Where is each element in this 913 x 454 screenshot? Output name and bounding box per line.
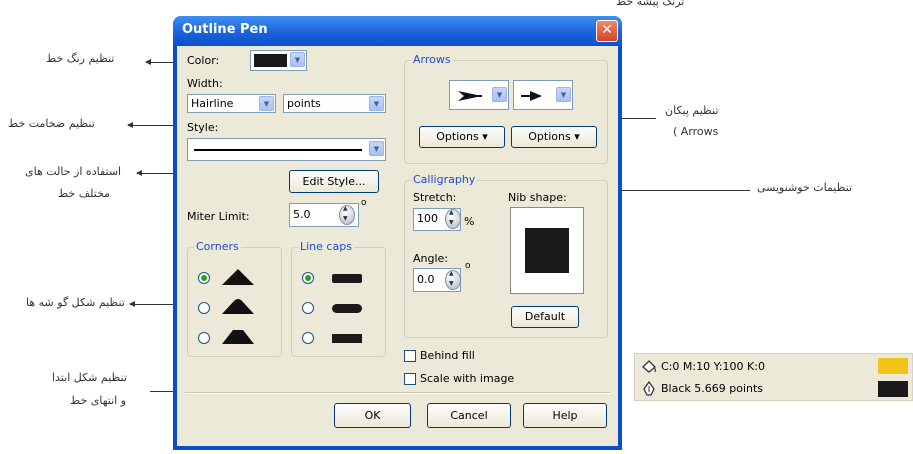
default-button[interactable]: Default [511, 306, 579, 328]
width-value: Hairline [191, 97, 234, 110]
ok-button[interactable]: OK [334, 403, 411, 428]
corner-round-icon [222, 299, 254, 314]
angle-label: Angle: [413, 252, 449, 265]
annotation-style-1: استفاده از حالت های [25, 165, 122, 178]
end-arrow-icon [521, 91, 542, 101]
nib-shape-preview[interactable] [510, 207, 584, 294]
line-caps-title: Line caps [298, 240, 354, 253]
cancel-button[interactable]: Cancel [427, 403, 511, 428]
arrows-title: Arrows [411, 53, 453, 66]
chevron-down-icon: ▼ [369, 141, 384, 156]
options-left-label: Options [436, 130, 479, 143]
outline-pen-dialog: Outline Pen ✕ Color: ▼ Width: Hairline ▼… [173, 16, 622, 450]
leader-line-calligraphy [601, 187, 750, 193]
behind-fill-label: Behind fill [420, 349, 475, 362]
annotation-corners: تنظیم شکل گو شه ها [26, 296, 125, 309]
chevron-down-icon: ▼ [290, 52, 305, 67]
arrows-group: Arrows ▼ ▼ Options ▾ Options ▾ [404, 53, 608, 164]
miter-limit-label: Miter Limit: [187, 210, 250, 223]
start-arrow-options-button[interactable]: Options ▾ [419, 126, 505, 148]
style-select[interactable]: ▼ [187, 138, 386, 161]
fill-bucket-icon [642, 360, 656, 373]
style-label: Style: [187, 121, 219, 134]
angle-value: 0.0 [417, 273, 435, 286]
annotation-width: تنظیم ضخامت خط [8, 117, 95, 130]
annotation-linecaps-1: تنظیم شکل ابتدا [52, 371, 127, 384]
stretch-label: Stretch: [413, 191, 457, 204]
annotation-arrows-1: تنظیم پیکان [665, 104, 719, 117]
cap-butt-radio[interactable] [302, 272, 314, 284]
nib-shape-square [525, 228, 569, 273]
end-arrow-select[interactable]: ▼ [513, 80, 573, 110]
cap-round-icon [332, 304, 362, 313]
miter-limit-value: 5.0 [293, 208, 311, 221]
fill-color-swatch[interactable] [878, 358, 908, 374]
status-panel: C:0 M:10 Y:100 K:0 Black 5.669 points [634, 353, 913, 401]
units-select[interactable]: points ▼ [283, 94, 386, 113]
outline-color-swatch[interactable] [878, 381, 908, 397]
nib-shape-label: Nib shape: [508, 191, 567, 204]
calligraphy-group: Calligraphy Stretch: 100 % Nib shape: An… [404, 173, 608, 338]
chevron-down-icon: ▼ [369, 96, 384, 111]
behind-fill-checkbox[interactable] [404, 350, 416, 362]
angle-spin-icon[interactable] [445, 270, 461, 290]
outline-info: Black 5.669 points [661, 382, 764, 395]
width-select[interactable]: Hairline ▼ [187, 94, 276, 113]
color-swatch [254, 54, 287, 67]
annotation-color: تنظیم رنگ خط [46, 52, 115, 65]
stretch-value: 100 [417, 212, 438, 225]
cap-round-radio[interactable] [302, 302, 314, 314]
color-picker[interactable]: ▼ [250, 50, 307, 71]
end-arrow-options-button[interactable]: Options ▾ [511, 126, 597, 148]
miter-spin-icon[interactable] [339, 205, 355, 225]
start-arrow-select[interactable]: ▼ [449, 80, 509, 110]
width-label: Width: [187, 77, 223, 90]
start-arrow-icon [458, 91, 482, 101]
corner-miter-icon [222, 269, 254, 285]
help-button[interactable]: Help [523, 403, 607, 428]
cap-butt-icon [332, 274, 362, 283]
calligraphy-title: Calligraphy [411, 173, 478, 186]
line-caps-group: Line caps [291, 240, 386, 357]
chevron-down-icon: ▼ [259, 96, 274, 111]
close-button[interactable]: ✕ [596, 20, 618, 42]
dialog-title: Outline Pen [182, 22, 268, 37]
stretch-spin-icon[interactable] [445, 209, 461, 229]
chevron-down-icon: ▼ [556, 87, 571, 102]
outline-pen-icon [643, 381, 655, 396]
corner-miter-radio[interactable] [198, 272, 210, 284]
fill-info: C:0 M:10 Y:100 K:0 [661, 360, 765, 373]
miter-unit: o [361, 198, 367, 208]
annotation-style-2: مختلف خط [58, 187, 111, 200]
cap-square-icon [332, 334, 362, 343]
scale-with-image-checkbox[interactable] [404, 373, 416, 385]
edit-style-button[interactable]: Edit Style... [289, 170, 379, 193]
chevron-down-icon: ▼ [492, 87, 507, 102]
units-value: points [287, 97, 321, 110]
dialog-body: Color: ▼ Width: Hairline ▼ points ▼ Styl… [177, 46, 618, 446]
header-text: ترنگ پیشه خط [616, 0, 685, 8]
corner-bevel-icon [222, 330, 254, 344]
corners-group: Corners [187, 240, 282, 357]
annotation-calligraphy: تنظیمات خوشنویسی [757, 181, 853, 194]
options-left-caret: ▾ [482, 130, 488, 143]
cap-square-radio[interactable] [302, 332, 314, 344]
scale-with-image-label: Scale with image [420, 372, 515, 385]
corners-title: Corners [194, 240, 241, 253]
stretch-unit: % [464, 215, 475, 228]
annotation-linecaps-2: و انتهای خط [70, 394, 127, 407]
title-bar[interactable]: Outline Pen ✕ [173, 16, 622, 46]
button-separator [185, 392, 610, 394]
options-right-caret: ▾ [574, 130, 580, 143]
options-right-label: Options [528, 130, 571, 143]
corner-round-radio[interactable] [198, 302, 210, 314]
angle-unit: o [465, 261, 471, 271]
annotation-arrows-2: ( Arrows [673, 125, 719, 138]
color-label: Color: [187, 54, 220, 67]
corner-bevel-radio[interactable] [198, 332, 210, 344]
line-style-preview [194, 149, 362, 151]
